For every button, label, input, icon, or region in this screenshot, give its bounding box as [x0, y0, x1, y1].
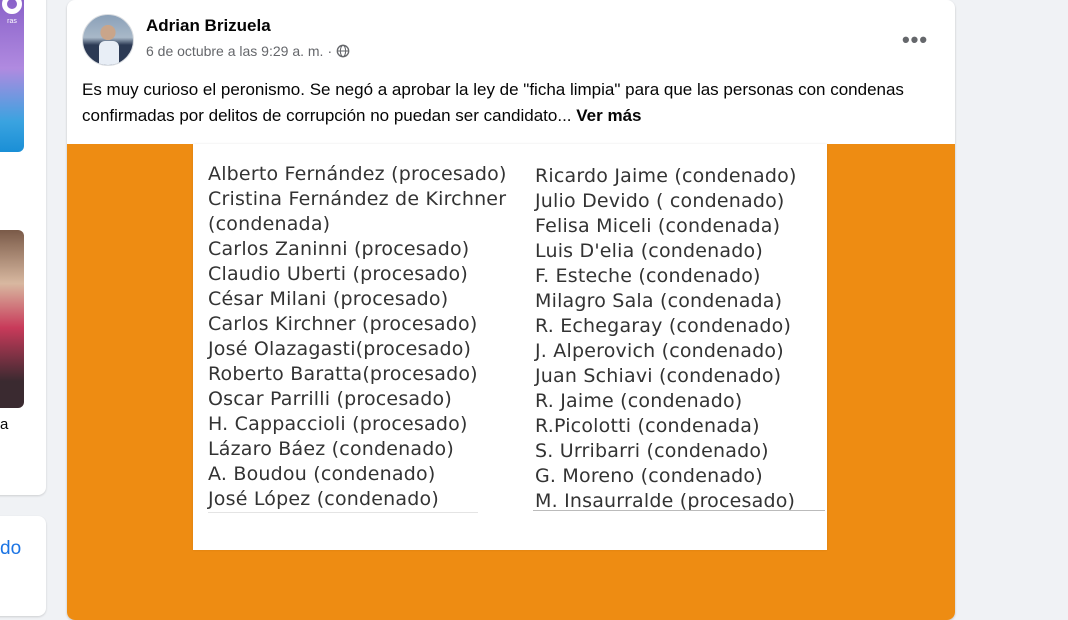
left-suggestion-card[interactable]: ras a	[0, 0, 46, 495]
promo-logo	[2, 0, 22, 14]
list-entry: Felisa Miceli (condenada)	[535, 215, 781, 237]
list-entry: Lázaro Báez (condenado)	[208, 438, 454, 460]
person-thumbnail[interactable]	[0, 230, 24, 408]
promo-thumbnail[interactable]: ras	[0, 0, 24, 152]
list-entry: Carlos Kirchner (procesado)	[208, 313, 478, 335]
more-options-icon: •••	[901, 27, 929, 52]
list-divider-right	[533, 510, 825, 511]
list-entry: Luis D'elia (condenado)	[535, 240, 763, 262]
list-divider-left	[208, 512, 478, 513]
list-entry: Cristina Fernández de Kirchner	[208, 188, 507, 210]
see-more-link[interactable]: Ver más	[576, 106, 641, 125]
post-image[interactable]: Alberto Fernández (procesado) Cristina Fe…	[67, 144, 955, 620]
right-name-list: Ricardo Jaime (condenado) Julio Devido ( …	[535, 164, 797, 514]
left-link-text[interactable]: do	[0, 538, 21, 560]
list-entry: Oscar Parrilli (procesado)	[208, 388, 452, 410]
avatar[interactable]	[82, 14, 134, 66]
left-name-fragment[interactable]: a	[0, 416, 8, 433]
list-entry: (condenada)	[208, 213, 331, 235]
list-entry: Roberto Baratta(procesado)	[208, 363, 478, 385]
post-timestamp[interactable]: 6 de octubre a las 9:29 a. m.	[146, 43, 323, 59]
promo-text: ras	[7, 18, 17, 25]
list-entry: J. Alperovich (condenado)	[535, 340, 784, 362]
list-entry: César Milani (procesado)	[208, 288, 449, 310]
list-entry: R. Echegaray (condenado)	[535, 315, 792, 337]
list-entry: Juan Schiavi (condenado)	[535, 365, 782, 387]
list-entry: F. Esteche (condenado)	[535, 265, 761, 287]
list-entry: Carlos Zaninni (procesado)	[208, 238, 470, 260]
globe-icon[interactable]	[336, 44, 350, 58]
list-entry: R. Jaime (condenado)	[535, 390, 743, 412]
list-entry: Claudio Uberti (procesado)	[208, 263, 468, 285]
list-entry: Ricardo Jaime (condenado)	[535, 165, 797, 187]
list-entry: S. Urribarri (condenado)	[535, 440, 769, 462]
post-author[interactable]: Adrian Brizuela	[146, 16, 271, 36]
list-entry: José López (condenado)	[208, 488, 439, 510]
avatar-figure	[99, 41, 119, 65]
post-text: Es muy curioso el peronismo. Se negó a a…	[82, 77, 942, 129]
more-options-button[interactable]: •••	[897, 22, 933, 58]
list-panel: Alberto Fernández (procesado) Cristina Fe…	[193, 144, 827, 550]
left-name-list: Alberto Fernández (procesado) Cristina Fe…	[208, 162, 507, 512]
list-entry: Julio Devido ( condenado)	[535, 190, 785, 212]
post-body: Es muy curioso el peronismo. Se negó a a…	[82, 80, 904, 125]
post-card: Adrian Brizuela 6 de octubre a las 9:29 …	[67, 0, 955, 620]
list-entry: Alberto Fernández (procesado)	[208, 163, 507, 185]
meta-separator: ·	[327, 43, 333, 59]
list-entry: H. Cappaccioli (procesado)	[208, 413, 468, 435]
list-entry: José Olazagasti(procesado)	[208, 338, 472, 360]
list-entry: Milagro Sala (condenada)	[535, 290, 783, 312]
list-entry: A. Boudou (condenado)	[208, 463, 436, 485]
left-link-card[interactable]: do	[0, 516, 46, 616]
post-meta: 6 de octubre a las 9:29 a. m. ·	[146, 43, 350, 59]
left-sidebar-column: ras a do	[0, 0, 46, 616]
list-entry: G. Moreno (condenado)	[535, 465, 763, 487]
list-entry: R.Picolotti (condenada)	[535, 415, 760, 437]
